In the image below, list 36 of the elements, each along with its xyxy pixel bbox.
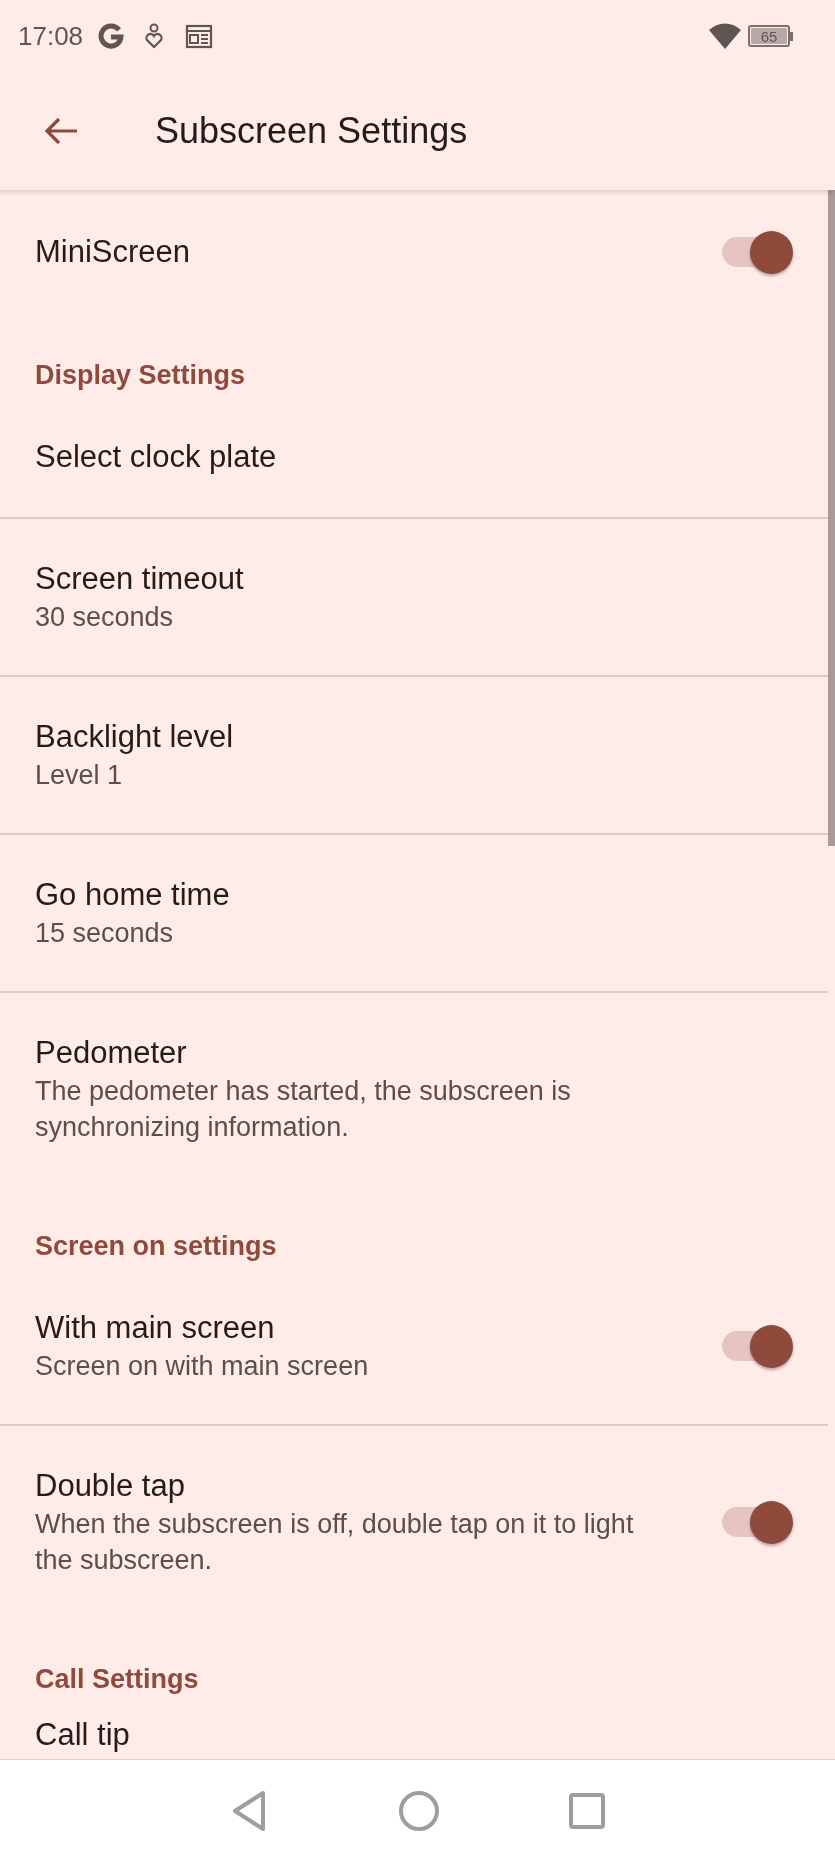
settings-item[interactable]: With main screen Screen on with main screen [0,1268,828,1426]
toggle-switch[interactable] [721,230,793,274]
back-arrow-icon [43,116,79,146]
settings-item[interactable]: Double tap When the subscreen is off, double tap on it to light the subscreen. [0,1426,828,1618]
toggle-switch[interactable] [721,1324,793,1368]
item-title: Backlight level [35,718,235,756]
item-summary: The pedometer has started, the subscreen is synchronizing information. [35,1075,572,1144]
item-title: Pedometer [35,1034,188,1072]
g-icon [97,22,126,50]
item-title: With main screen [35,1309,276,1347]
item-summary: When the subscreen is off, double tap on it to light the subscreen. [35,1508,635,1577]
section-header: Screen on settings [35,1230,278,1263]
item-summary: Level 1 [35,759,124,792]
wifi-icon [708,22,742,50]
item-title: Go home time [35,876,231,914]
item-title: Double tap [35,1467,186,1505]
settings-item[interactable]: MiniScreen [0,190,828,314]
section-header: Call Settings [35,1663,200,1696]
settings-item[interactable]: Pedometer The pedometer has started, the subscreen is synchronizing information. [0,993,828,1185]
status-time: 17:08 [18,19,84,53]
item-summary: 30 seconds [35,601,175,634]
recents-nav-icon[interactable] [567,1792,606,1830]
settings-item[interactable]: Go home time 15 seconds [0,835,828,993]
item-title: Select clock plate [35,438,278,476]
section-header: Display Settings [35,359,247,392]
item-title: MiniScreen [35,233,192,271]
screen-title: Subscreen Settings [155,109,468,153]
item-summary: 15 seconds [35,917,175,950]
item-title: Call tip [35,1716,131,1754]
battery-level: 65 [760,28,778,44]
home-nav-icon[interactable] [397,1790,440,1832]
toggle-switch[interactable] [721,1500,793,1544]
settings-item[interactable]: Call tip [0,1701,828,1759]
heart-pin-icon [145,23,164,49]
item-title: Screen timeout [35,560,245,598]
item-summary: Screen on with main screen [35,1350,370,1383]
